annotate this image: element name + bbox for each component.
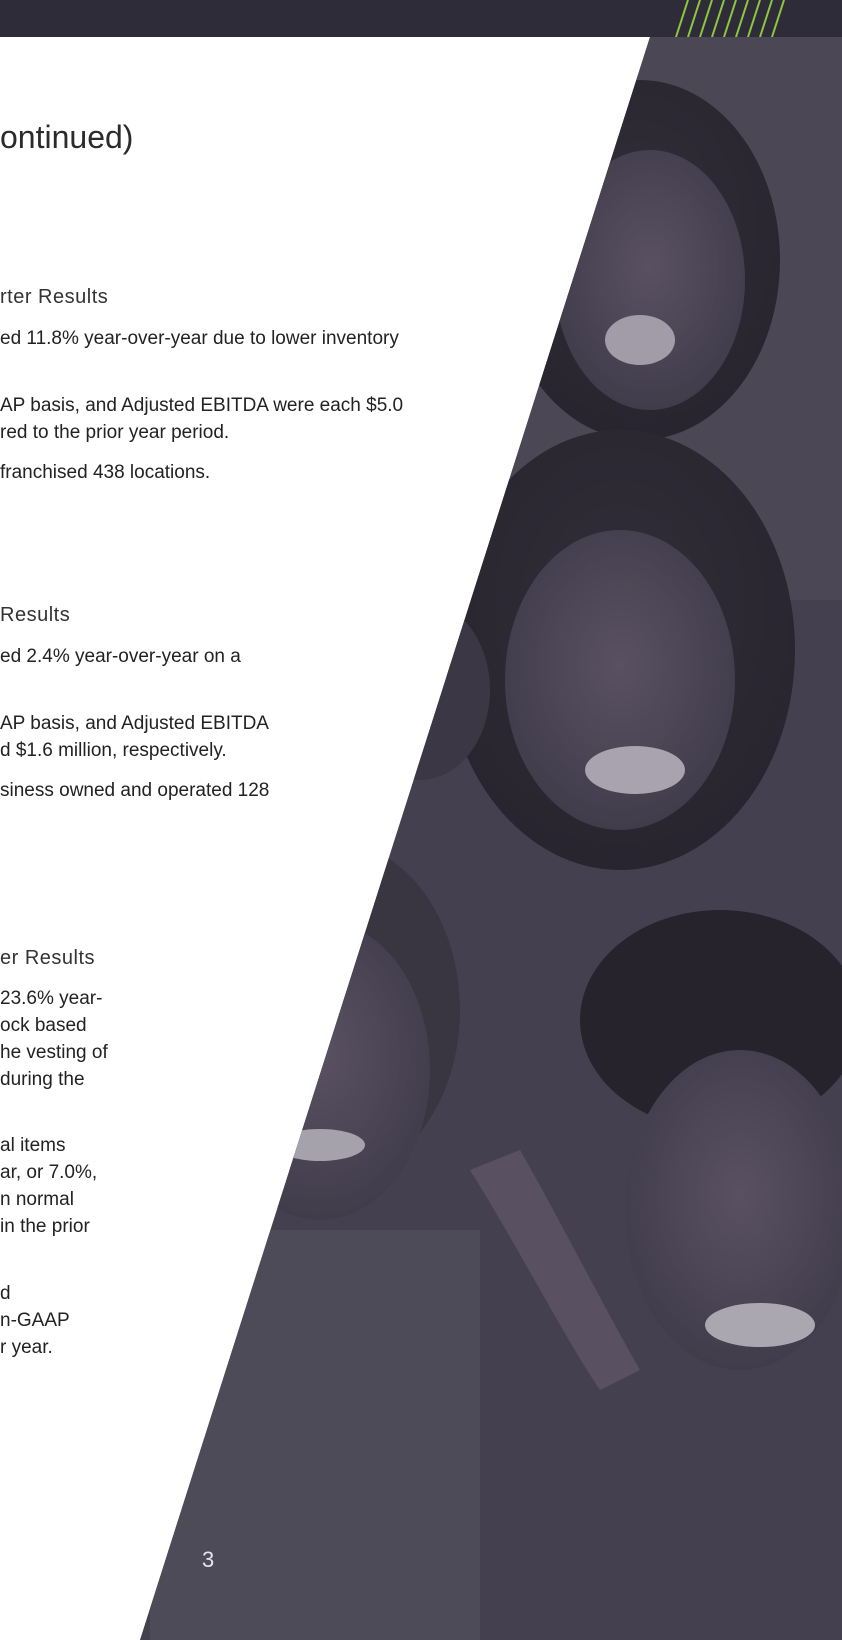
- bullet-text: AP basis, and Adjusted EBITDA: [0, 713, 269, 734]
- accent-stripes: [675, 0, 785, 37]
- bullet-text: ock based: [0, 1015, 87, 1036]
- bullet-text: n-GAAP: [0, 1310, 70, 1331]
- section-heading: rter Results: [0, 286, 109, 308]
- bullet-text: r year.: [0, 1337, 53, 1358]
- bullet-text: franchised 438 locations.: [0, 462, 211, 483]
- bullet-text: al items: [0, 1135, 66, 1156]
- bullet-text: he vesting of: [0, 1042, 108, 1063]
- bullet-text: d $1.6 million, respectively.: [0, 740, 227, 761]
- bullet-text: during the: [0, 1069, 85, 1090]
- bullet-text: siness owned and operated 128: [0, 780, 270, 801]
- bullet-text: d: [0, 1283, 11, 1304]
- page-number: 3: [202, 1547, 215, 1572]
- bullet-text: in the prior: [0, 1216, 90, 1237]
- bullet-text: red to the prior year period.: [0, 422, 230, 443]
- bullet-text: ed 2.4% year-over-year on a: [0, 646, 241, 667]
- section-heading: er Results: [0, 947, 96, 969]
- people-photo: [140, 37, 842, 1640]
- bullet-text: n normal: [0, 1189, 74, 1210]
- bullet-text: AP basis, and Adjusted EBITDA were each …: [0, 395, 404, 416]
- bullet-text: ar, or 7.0%,: [0, 1162, 98, 1183]
- bullet-text: ed 11.8% year-over-year due to lower inv…: [0, 328, 399, 349]
- bullet-text: 23.6% year-: [0, 988, 103, 1009]
- slide-title: ontinued): [0, 119, 134, 155]
- section-heading: Results: [0, 604, 71, 626]
